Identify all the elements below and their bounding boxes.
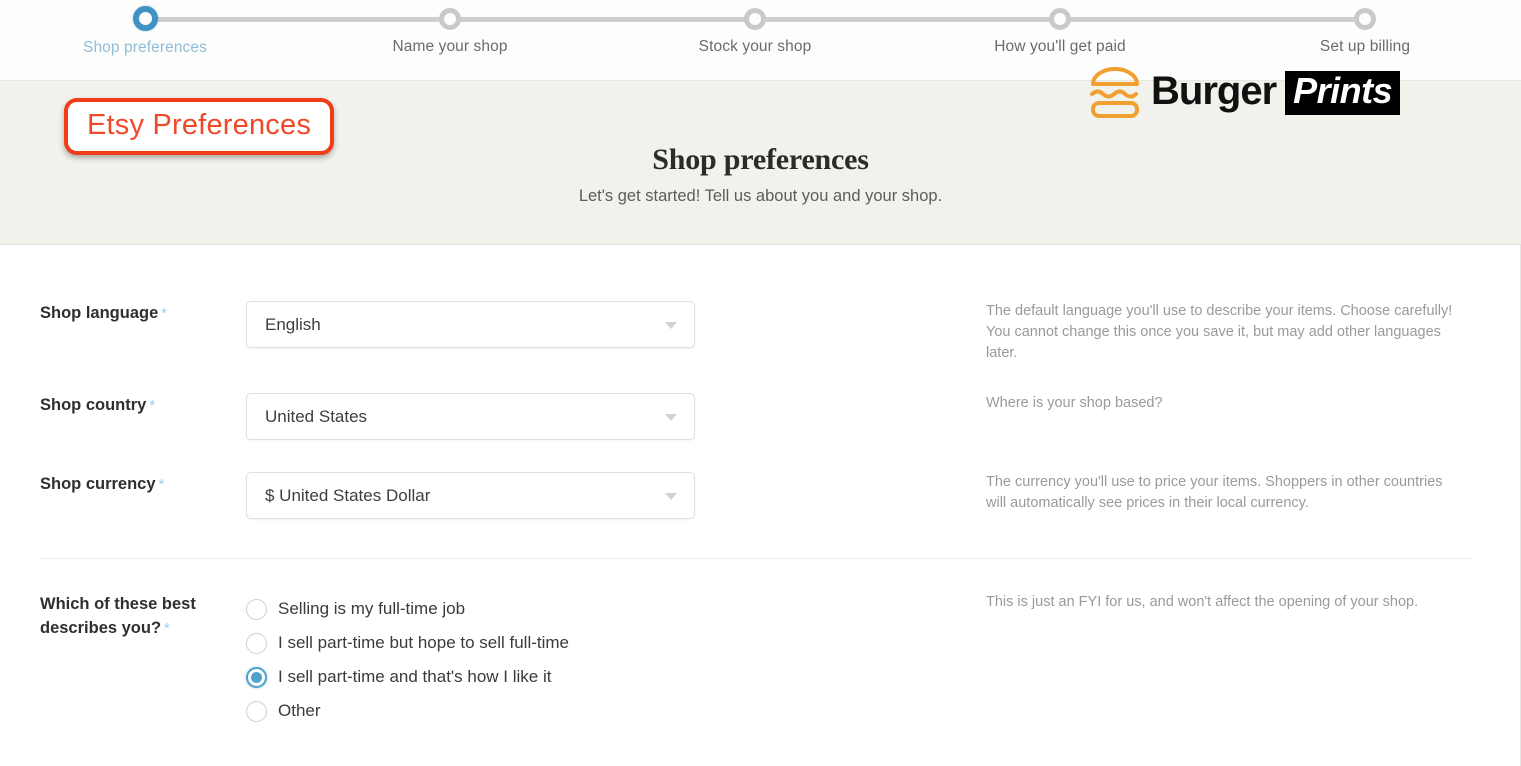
field-label-text-line2: describes you? <box>40 619 162 637</box>
required-asterisk: * <box>158 476 165 493</box>
field-label-container: Shop country * <box>0 393 246 440</box>
stepper-step-set-up-billing[interactable]: Set up billing <box>1215 0 1515 56</box>
logo-badge: Prints <box>1285 71 1401 115</box>
field-help-container: The default language you'll use to descr… <box>986 301 1456 364</box>
field-label-text: Shop language <box>40 304 159 322</box>
page-subtitle: Let's get started! Tell us about you and… <box>578 187 943 205</box>
stepper-step-name-your-shop[interactable]: Name your shop <box>300 0 600 56</box>
stepper-step-label: How you'll get paid <box>994 38 1126 55</box>
logo-wordmark: Burger <box>1151 69 1277 113</box>
radio-circle-selected-icon <box>246 666 267 688</box>
describes-you-radio-group: Selling is my full-time job I sell part-… <box>246 592 986 728</box>
chevron-down-icon <box>665 413 677 421</box>
field-help-container: The currency you'll use to price your it… <box>986 472 1456 519</box>
form-row-describes-you: Which of these best describes you? * Sell… <box>0 592 1521 728</box>
stepper-step-label: Name your shop <box>392 38 508 55</box>
radio-option-label: Selling is my full-time job <box>278 599 466 618</box>
required-asterisk: * <box>149 397 156 414</box>
select-value: $ United States Dollar <box>265 485 431 505</box>
radio-circle-icon <box>246 598 267 620</box>
annotation-callout-etsy-preferences: Etsy Preferences <box>64 98 335 155</box>
field-label: Shop country * <box>40 393 246 418</box>
section-divider <box>40 558 1472 559</box>
stepper-step-label: Shop preferences <box>83 39 207 56</box>
form-row-shop-country: Shop country * United States Where is you… <box>0 393 1521 440</box>
radio-option-part-time-hope-full-time[interactable]: I sell part-time but hope to sell full-t… <box>246 626 986 660</box>
field-label-text-line1: Which of these best <box>40 595 196 613</box>
chevron-down-icon <box>665 492 677 500</box>
field-label: Shop currency * <box>40 472 246 497</box>
radio-circle-icon <box>246 700 267 722</box>
required-asterisk: * <box>161 305 168 322</box>
radio-option-full-time-job[interactable]: Selling is my full-time job <box>246 592 986 626</box>
select-value: United States <box>265 406 368 426</box>
stepper-step-label: Set up billing <box>1319 38 1411 55</box>
step-dot-icon <box>439 8 461 30</box>
shop-country-select[interactable]: United States <box>246 393 695 440</box>
shop-country-help-text: Where is your shop based? <box>986 395 1163 411</box>
step-dot-icon <box>132 6 158 31</box>
stepper-step-stock-your-shop[interactable]: Stock your shop <box>605 0 905 56</box>
describes-you-help-text: This is just an FYI for us, and won't af… <box>986 594 1419 610</box>
required-asterisk: * <box>164 620 170 637</box>
field-control-container: Selling is my full-time job I sell part-… <box>246 592 986 728</box>
chevron-down-icon <box>665 321 677 329</box>
step-dot-icon <box>1049 8 1071 30</box>
field-help-container: Where is your shop based? <box>986 393 1456 440</box>
step-dot-icon <box>744 8 766 30</box>
field-label-container: Shop currency * <box>0 472 246 519</box>
shop-currency-select[interactable]: $ United States Dollar <box>246 472 695 519</box>
field-control-container: English <box>246 301 986 364</box>
brand-logo[interactable]: Burger Prints <box>1085 63 1401 123</box>
field-control-container: United States <box>246 393 986 440</box>
field-label-text: Shop country <box>40 396 147 414</box>
field-label-text: Shop currency <box>40 475 156 493</box>
radio-option-label: Other <box>278 701 321 720</box>
form-content-card: Shop language * English The default langu… <box>0 245 1521 766</box>
field-label: Shop language * <box>40 301 246 326</box>
field-control-container: $ United States Dollar <box>246 472 986 519</box>
radio-option-other[interactable]: Other <box>246 694 986 728</box>
radio-option-label: I sell part-time and that's how I like i… <box>278 667 552 686</box>
radio-option-part-time-like-it[interactable]: I sell part-time and that's how I like i… <box>246 660 986 694</box>
field-label-container: Which of these best describes you? * <box>0 592 246 728</box>
field-label-container: Shop language * <box>0 301 246 364</box>
step-dot-icon <box>1354 8 1376 30</box>
form-row-shop-language: Shop language * English The default langu… <box>0 301 1521 364</box>
shop-language-select[interactable]: English <box>246 301 695 348</box>
form-row-shop-currency: Shop currency * $ United States Dollar Th… <box>0 472 1521 519</box>
radio-option-label: I sell part-time but hope to sell full-t… <box>278 633 570 652</box>
stepper-step-shop-preferences[interactable]: Shop preferences <box>0 0 295 57</box>
annotation-label: Etsy Preferences <box>87 109 312 141</box>
select-value: English <box>265 314 321 334</box>
shop-language-help-text: The default language you'll use to descr… <box>986 303 1453 361</box>
burger-icon <box>1090 67 1139 118</box>
stepper-step-label: Stock your shop <box>698 38 812 55</box>
field-label: Which of these best describes you? * <box>40 592 246 641</box>
shop-currency-help-text: The currency you'll use to price your it… <box>986 474 1443 511</box>
stepper-step-how-youll-get-paid[interactable]: How you'll get paid <box>910 0 1210 56</box>
radio-circle-icon <box>246 632 267 654</box>
field-help-container: This is just an FYI for us, and won't af… <box>986 592 1456 728</box>
